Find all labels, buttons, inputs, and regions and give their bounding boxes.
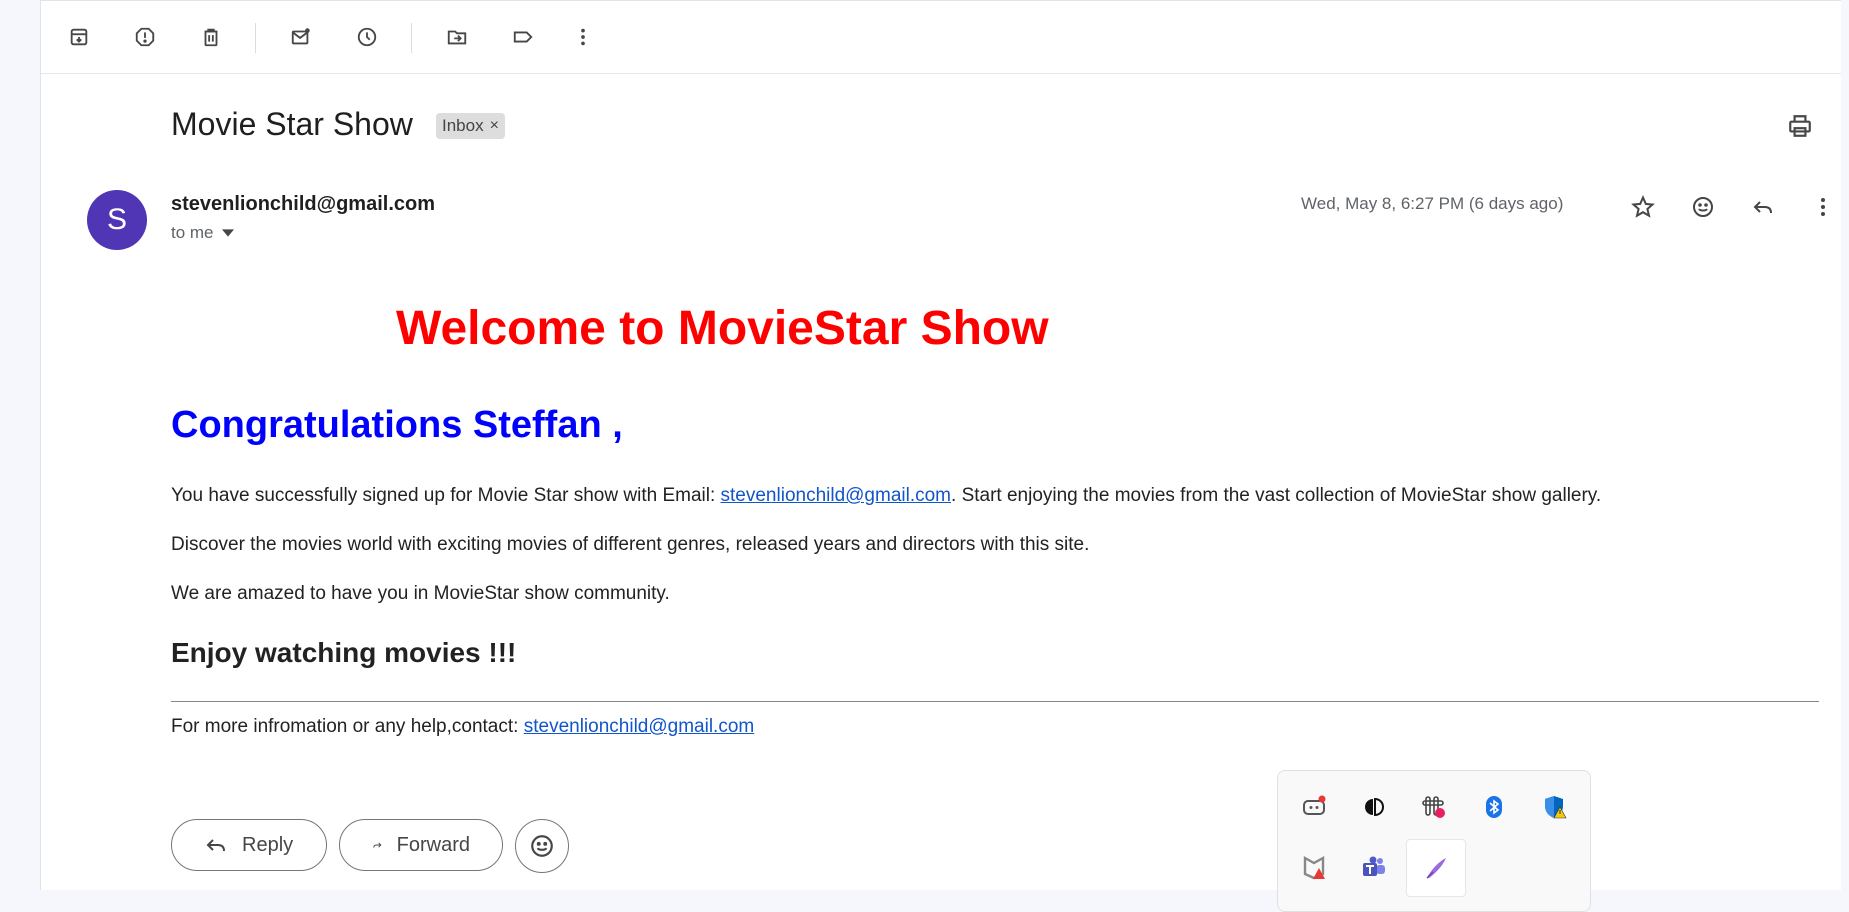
label-icon[interactable] [503,17,543,57]
inbox-chip-label: Inbox [442,116,484,135]
contact-paragraph: For more infromation or any help,contact… [171,716,754,738]
add-reaction-icon[interactable] [1685,189,1721,225]
email-panel: Movie Star Show Inbox × S stevenlionchil… [40,0,1841,890]
star-icon[interactable] [1625,189,1661,225]
contact-text: For more infromation or any help,contact… [171,716,524,737]
pen-icon[interactable] [1406,839,1466,897]
signup-paragraph: You have successfully signed up for Movi… [171,485,1601,507]
welcome-heading: Welcome to MovieStar Show [396,302,1049,355]
avatar[interactable]: S [87,190,147,250]
forward-label: Forward [396,833,470,856]
dolby-icon[interactable] [1354,787,1394,827]
emoji-reaction-button[interactable] [515,819,569,873]
report-spam-icon[interactable] [125,17,165,57]
reply-button[interactable]: Reply [171,819,327,871]
caret-down-icon [221,229,234,237]
reply-icon[interactable] [1745,189,1781,225]
more-vert-icon[interactable] [563,17,603,57]
to-me-label: to me [171,223,214,242]
email-toolbar [41,1,1841,74]
more-options-icon[interactable] [1805,189,1841,225]
reply-arrow-icon [206,839,225,852]
remove-label-icon[interactable]: × [490,117,499,135]
signup-email-link[interactable]: stevenlionchild@gmail.com [721,485,952,506]
toolbar-divider [255,23,256,53]
sender-email[interactable]: stevenlionchild@gmail.com [171,193,435,216]
recipients-toggle[interactable]: to me [171,223,234,243]
copilot-icon[interactable] [1294,787,1334,827]
delete-icon[interactable] [191,17,231,57]
enjoy-heading: Enjoy watching movies !!! [171,637,517,668]
system-tray-flyout [1277,770,1591,912]
move-to-icon[interactable] [437,17,477,57]
signup-text-start: You have successfully signed up for Movi… [171,485,721,506]
signup-text-end: . Start enjoying the movies from the vas… [951,485,1602,506]
forward-button[interactable]: Forward [339,819,503,871]
contact-email-link[interactable]: stevenlionchild@gmail.com [524,716,755,737]
community-paragraph: We are amazed to have you in MovieStar s… [171,583,670,604]
archive-icon[interactable] [59,17,99,57]
mark-unread-icon[interactable] [281,17,321,57]
forward-arrow-icon [373,842,382,848]
print-icon[interactable] [1785,111,1815,141]
email-subject: Movie Star Show [171,106,413,142]
toolbar-divider [411,23,412,53]
smiley-icon [531,835,553,857]
divider-line [171,701,1819,702]
snooze-icon[interactable] [347,17,387,57]
teams-icon[interactable] [1354,847,1394,887]
mcafee-icon[interactable] [1294,847,1334,887]
email-date: Wed, May 8, 6:27 PM (6 days ago) [1301,194,1564,213]
slack-icon[interactable] [1414,787,1454,827]
bluetooth-icon[interactable] [1474,787,1514,827]
reply-label: Reply [242,833,294,856]
inbox-label-chip[interactable]: Inbox × [436,113,505,139]
discover-paragraph: Discover the movies world with exciting … [171,534,1090,555]
congrats-heading: Congratulations Steffan , [171,404,623,446]
defender-icon[interactable] [1534,787,1574,827]
